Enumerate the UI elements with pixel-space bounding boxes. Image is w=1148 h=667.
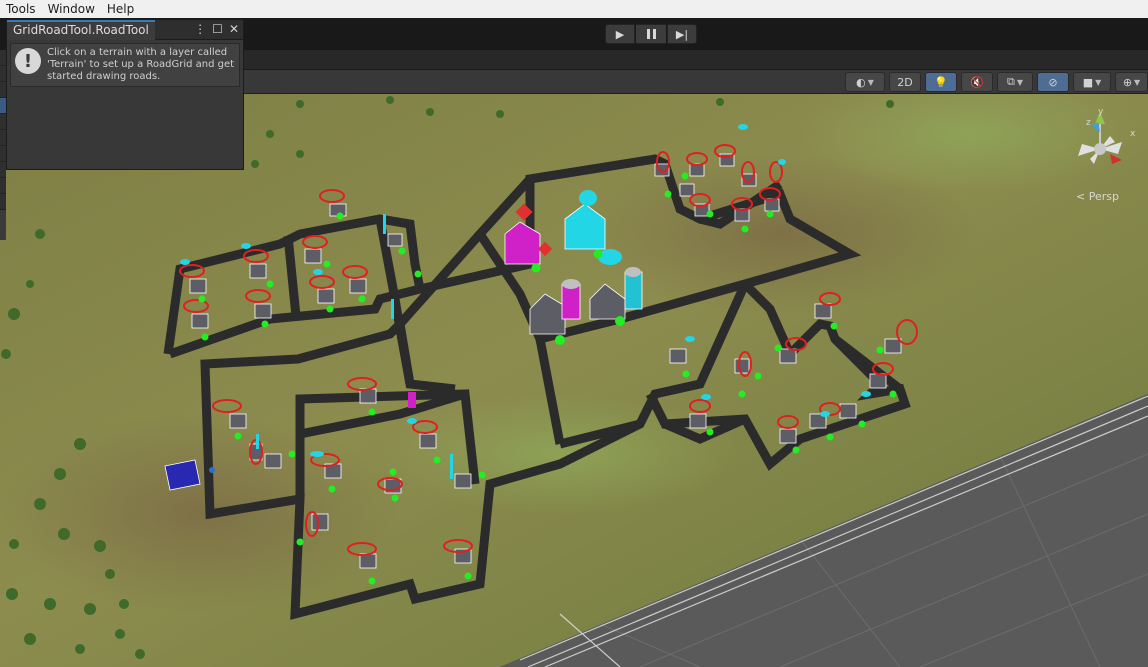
audio-muted-icon: 🔇 <box>970 75 984 89</box>
camera-icon: ■ <box>1082 75 1094 89</box>
road-tool[interactable] <box>0 194 6 210</box>
lightbulb-icon: 💡 <box>934 75 948 89</box>
audio-toggle-button[interactable]: 🔇 <box>961 72 993 92</box>
window-menu-icon[interactable]: ⋮ <box>194 21 206 38</box>
chevron-down-icon: ▼ <box>867 77 874 87</box>
play-icon: ▶ <box>615 27 625 41</box>
globe-icon: ⊕ <box>1122 75 1133 89</box>
eye-slash-icon: ⊘ <box>1048 75 1058 89</box>
window-titlebar: GridRoadTool.RoadTool ⋮ ☐ ✕ <box>7 20 243 40</box>
gizmo-x-label: x <box>1130 129 1136 139</box>
step-button[interactable]: ▶| <box>667 24 697 44</box>
play-button[interactable]: ▶ <box>605 24 635 44</box>
camera-settings-dropdown[interactable]: ■ ▼ <box>1073 72 1111 92</box>
tab-road-tool[interactable]: GridRoadTool.RoadTool <box>7 20 155 40</box>
hidden-objects-toggle[interactable]: ⊘ <box>1037 72 1069 92</box>
layers-icon: ⧉ <box>1006 75 1015 88</box>
gizmo-y-label: y <box>1098 107 1104 117</box>
menu-window[interactable]: Window <box>42 0 101 18</box>
menu-bar: Tools Window Help <box>0 0 1148 18</box>
shading-sphere-icon: ◐ <box>856 75 866 89</box>
chevron-down-icon: ▼ <box>1016 77 1023 87</box>
menu-help[interactable]: Help <box>101 0 140 18</box>
gizmo-z-label: z <box>1086 118 1091 128</box>
step-icon: ▶| <box>675 27 689 41</box>
info-exclamation-icon: ! <box>15 48 41 74</box>
close-icon[interactable]: ✕ <box>229 21 239 38</box>
pause-button[interactable] <box>636 24 666 44</box>
help-box: ! Click on a terrain with a layer called… <box>10 43 240 87</box>
road-tool-window[interactable]: GridRoadTool.RoadTool ⋮ ☐ ✕ ! Click on a… <box>6 19 244 170</box>
toggle-2d-button[interactable]: 2D <box>889 72 921 92</box>
lighting-toggle-button[interactable]: 💡 <box>925 72 957 92</box>
projection-label[interactable]: < Persp <box>1076 190 1119 203</box>
chevron-down-icon: ▼ <box>1095 77 1102 87</box>
magenta-marker <box>408 392 416 408</box>
snap-tool[interactable] <box>0 178 6 194</box>
scene-render: y z x <box>0 94 1148 667</box>
menu-tools[interactable]: Tools <box>0 0 42 18</box>
pause-icon <box>646 29 656 39</box>
effects-dropdown[interactable]: ⧉ ▼ <box>997 72 1033 92</box>
draw-mode-dropdown[interactable]: ◐ ▼ <box>845 72 885 92</box>
scene-viewport[interactable]: y z x < Persp <box>0 94 1148 667</box>
help-message: Click on a terrain with a layer called '… <box>47 47 235 82</box>
chevron-down-icon: ▼ <box>1134 77 1141 87</box>
maximize-icon[interactable]: ☐ <box>212 21 223 38</box>
gizmos-dropdown[interactable]: ⊕ ▼ <box>1115 72 1148 92</box>
